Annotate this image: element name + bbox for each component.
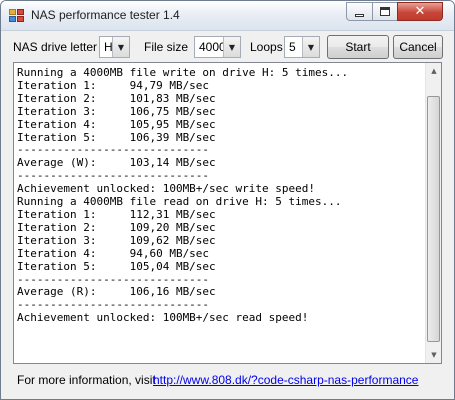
scroll-up-icon[interactable]: ▲ bbox=[426, 63, 442, 79]
app-window: NAS performance tester 1.4 ✕ NAS drive l… bbox=[0, 0, 455, 400]
chevron-down-icon[interactable]: ▼ bbox=[302, 37, 319, 57]
title-bar[interactable]: NAS performance tester 1.4 ✕ bbox=[1, 1, 454, 31]
output-log-box[interactable]: Running a 4000MB file write on drive H: … bbox=[13, 62, 442, 364]
log-line: Iteration 1: 94,79 MB/sec bbox=[17, 78, 210, 92]
file-size-value: 4000 bbox=[199, 40, 226, 54]
close-icon: ✕ bbox=[414, 4, 426, 19]
window-title: NAS performance tester 1.4 bbox=[31, 8, 180, 22]
close-button[interactable]: ✕ bbox=[397, 2, 443, 21]
log-line: Iteration 4: 94,60 MB/sec bbox=[17, 246, 210, 260]
log-line: Iteration 4: 105,95 MB/sec bbox=[17, 117, 216, 131]
footer-info-text: For more information, visit bbox=[17, 373, 156, 387]
chevron-down-icon[interactable]: ▼ bbox=[112, 37, 129, 57]
loops-value: 5 bbox=[289, 40, 296, 54]
log-line: Iteration 2: 101,83 MB/sec bbox=[17, 91, 216, 105]
file-size-label: File size bbox=[144, 40, 189, 54]
loops-select[interactable]: 5 ▼ bbox=[284, 36, 320, 58]
maximize-icon bbox=[380, 7, 390, 16]
log-line: Iteration 5: 105,04 MB/sec bbox=[17, 259, 216, 273]
log-line: Iteration 3: 106,75 MB/sec bbox=[17, 104, 216, 118]
minimize-button[interactable] bbox=[346, 2, 372, 21]
vertical-scrollbar[interactable]: ▲ ▼ bbox=[425, 63, 441, 363]
log-line: Achievement unlocked: 100MB+/sec read sp… bbox=[17, 311, 309, 325]
start-button[interactable]: Start bbox=[327, 35, 389, 59]
footer-link[interactable]: http://www.808.dk/?code-csharp-nas-perfo… bbox=[153, 373, 418, 387]
output-log-text: Running a 4000MB file write on drive H: … bbox=[17, 67, 425, 363]
minimize-icon bbox=[355, 13, 364, 17]
loops-label: Loops bbox=[250, 40, 283, 54]
log-line: Iteration 2: 109,20 MB/sec bbox=[17, 220, 216, 234]
log-line: Iteration 1: 112,31 MB/sec bbox=[17, 207, 216, 221]
file-size-select[interactable]: 4000 ▼ bbox=[194, 36, 241, 58]
maximize-button[interactable] bbox=[372, 2, 397, 21]
cancel-button[interactable]: Cancel bbox=[393, 35, 443, 59]
drive-letter-select[interactable]: H ▼ bbox=[99, 36, 130, 58]
app-icon bbox=[9, 9, 25, 23]
chevron-down-icon[interactable]: ▼ bbox=[223, 37, 240, 57]
scrollbar-thumb[interactable] bbox=[427, 96, 440, 342]
scroll-down-icon[interactable]: ▼ bbox=[426, 347, 442, 363]
log-line: Iteration 3: 109,62 MB/sec bbox=[17, 233, 216, 247]
drive-letter-label: NAS drive letter bbox=[13, 40, 98, 54]
log-line: Running a 4000MB file write on drive H: … bbox=[17, 67, 349, 79]
